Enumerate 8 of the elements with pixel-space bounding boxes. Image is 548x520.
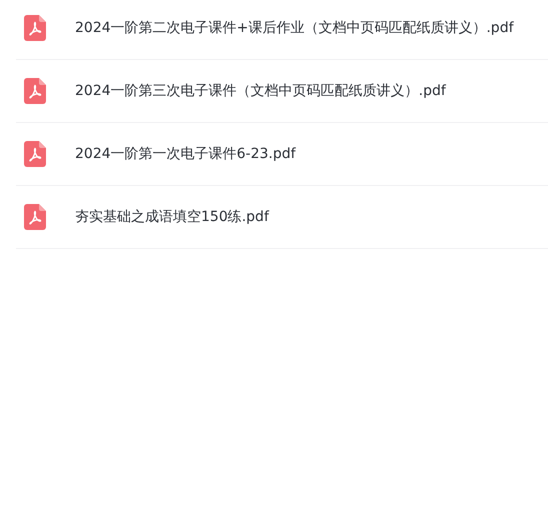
file-name[interactable]: 2024一阶第三次电子课件（文档中页码匹配纸质讲义）.pdf — [75, 82, 450, 100]
file-name[interactable]: 2024一阶第一次电子课件6-23.pdf — [75, 145, 300, 163]
pdf-file-icon — [24, 141, 46, 167]
pdf-file-icon — [24, 204, 46, 230]
pdf-file-icon — [24, 78, 46, 104]
file-name[interactable]: 夯实基础之成语填空150练.pdf — [75, 208, 273, 226]
pdf-file-icon — [24, 15, 46, 41]
file-name[interactable]: 2024一阶第二次电子课件+课后作业（文档中页码匹配纸质讲义）.pdf — [75, 19, 518, 37]
